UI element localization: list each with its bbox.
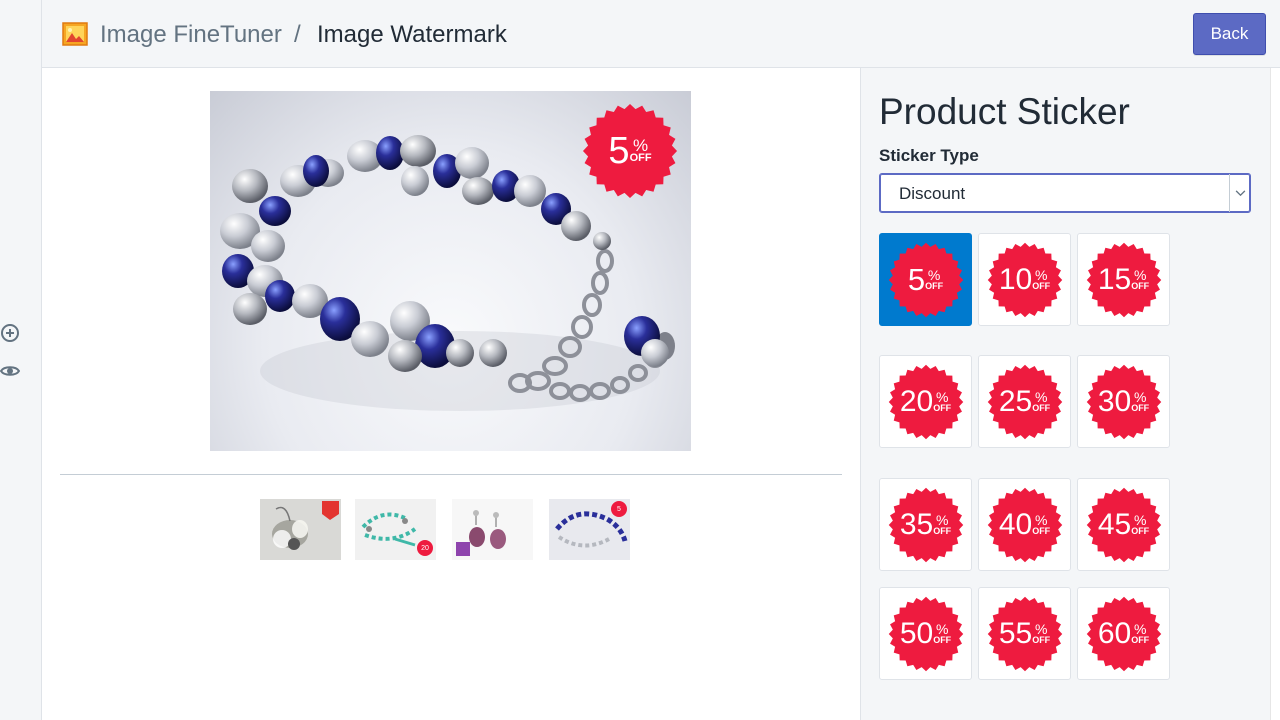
sticker-badge: 30% OFF: [1086, 364, 1162, 440]
sticker-badge: 25% OFF: [987, 364, 1063, 440]
sticker-option-30[interactable]: 30% OFF: [1077, 355, 1170, 448]
sticker-badge: 15% OFF: [1086, 242, 1162, 318]
sticker-badge: 60% OFF: [1086, 596, 1162, 672]
panel-title: Product Sticker: [879, 91, 1130, 132]
sticker-percent: %: [1034, 621, 1048, 638]
sticker-off: OFF: [1131, 525, 1150, 536]
top-bar: Image FineTuner / Image Watermark Back: [42, 0, 1280, 68]
sticker-option-10[interactable]: 10% OFF: [978, 233, 1071, 326]
sticker-option-15[interactable]: 15% OFF: [1077, 233, 1170, 326]
sticker-badge: 20% OFF: [888, 364, 964, 440]
sticker-badge: 45% OFF: [1086, 487, 1162, 563]
sticker-percent: %: [1034, 512, 1048, 529]
sticker-badge: 35% OFF: [888, 487, 964, 563]
sticker-option-60[interactable]: 60% OFF: [1077, 587, 1170, 680]
product-sticker-panel: Product Sticker Sticker Type Discount 5%…: [860, 68, 1270, 720]
sticker-off: OFF: [1032, 634, 1051, 645]
sticker-option-20[interactable]: 20% OFF: [879, 355, 972, 448]
left-rail: [0, 0, 42, 720]
preview-image: 5 % OFF: [210, 91, 691, 451]
sticker-percent: %: [1034, 389, 1048, 406]
sticker-number: 25: [998, 384, 1033, 418]
sticker-percent: %: [935, 512, 949, 529]
sticker-option-35[interactable]: 35% OFF: [879, 478, 972, 571]
sticker-badge: 55% OFF: [987, 596, 1063, 672]
sticker-off: OFF: [1131, 402, 1150, 413]
eye-icon[interactable]: [0, 361, 20, 381]
sticker-number: 20: [899, 384, 934, 418]
sticker-number: 45: [1097, 507, 1132, 541]
thumbnail-2[interactable]: 20: [355, 499, 436, 560]
sticker-number: 35: [899, 507, 934, 541]
sticker-percent: %: [1133, 512, 1147, 529]
sticker-percent: %: [927, 267, 941, 284]
sticker-option-45[interactable]: 45% OFF: [1077, 478, 1170, 571]
scrollbar[interactable]: [1270, 68, 1280, 720]
sticker-off: OFF: [925, 280, 944, 291]
sticker-type-label: Sticker Type: [879, 146, 979, 165]
preview-sticker-number: 5: [608, 130, 630, 172]
sticker-badge: 40% OFF: [987, 487, 1063, 563]
sticker-type-select[interactable]: Discount: [879, 173, 1251, 213]
sticker-number: 5: [907, 262, 926, 297]
sticker-percent: %: [1133, 621, 1147, 638]
sticker-option-40[interactable]: 40% OFF: [978, 478, 1071, 571]
breadcrumb-app[interactable]: Image FineTuner: [100, 20, 282, 50]
preview-divider: [60, 474, 842, 475]
page-title: Image Watermark: [317, 21, 507, 48]
sticker-badge: 10% OFF: [987, 242, 1063, 318]
sticker-number: 30: [1097, 384, 1132, 418]
sticker-option-55[interactable]: 55% OFF: [978, 587, 1071, 680]
thumbnail-2-badge: 20: [417, 540, 433, 556]
sticker-percent: %: [935, 389, 949, 406]
sticker-number: 40: [998, 507, 1033, 541]
sticker-off: OFF: [1131, 280, 1150, 291]
thumbnail-3[interactable]: [452, 499, 533, 560]
sticker-percent: %: [1034, 267, 1048, 284]
sticker-percent: %: [1133, 267, 1147, 284]
sticker-off: OFF: [933, 525, 952, 536]
chevron-down-icon[interactable]: [1229, 174, 1250, 212]
sticker-badge: 5% OFF: [888, 242, 964, 318]
sticker-option-5[interactable]: 5% OFF: [879, 233, 972, 326]
sticker-off: OFF: [933, 402, 952, 413]
sticker-number: 10: [998, 262, 1033, 296]
back-button[interactable]: Back: [1193, 13, 1266, 55]
breadcrumb-separator: /: [294, 21, 301, 48]
thumbnail-4-badge: 5: [611, 501, 627, 517]
app-logo-icon: [62, 22, 88, 46]
sticker-number: 50: [899, 616, 934, 650]
sticker-off: OFF: [1032, 402, 1051, 413]
sticker-off: OFF: [1032, 280, 1051, 291]
plus-circle-icon[interactable]: [0, 323, 20, 343]
sticker-off: OFF: [1131, 634, 1150, 645]
thumbnail-1[interactable]: [260, 499, 341, 560]
preview-sticker-off: OFF: [629, 151, 652, 164]
sticker-option-50[interactable]: 50% OFF: [879, 587, 972, 680]
sticker-off: OFF: [933, 634, 952, 645]
sticker-off: OFF: [1032, 525, 1051, 536]
sticker-percent: %: [935, 621, 949, 638]
sticker-percent: %: [1133, 389, 1147, 406]
preview-area: 5 % OFF 20 5: [42, 68, 860, 720]
sticker-number: 15: [1097, 262, 1132, 296]
thumbnail-4[interactable]: 5: [549, 499, 630, 560]
sticker-number: 55: [998, 616, 1033, 650]
sticker-badge: 50% OFF: [888, 596, 964, 672]
sticker-option-25[interactable]: 25% OFF: [978, 355, 1071, 448]
sticker-number: 60: [1097, 616, 1132, 650]
preview-sticker[interactable]: 5 % OFF: [582, 103, 678, 199]
sticker-type-value: Discount: [899, 184, 966, 203]
